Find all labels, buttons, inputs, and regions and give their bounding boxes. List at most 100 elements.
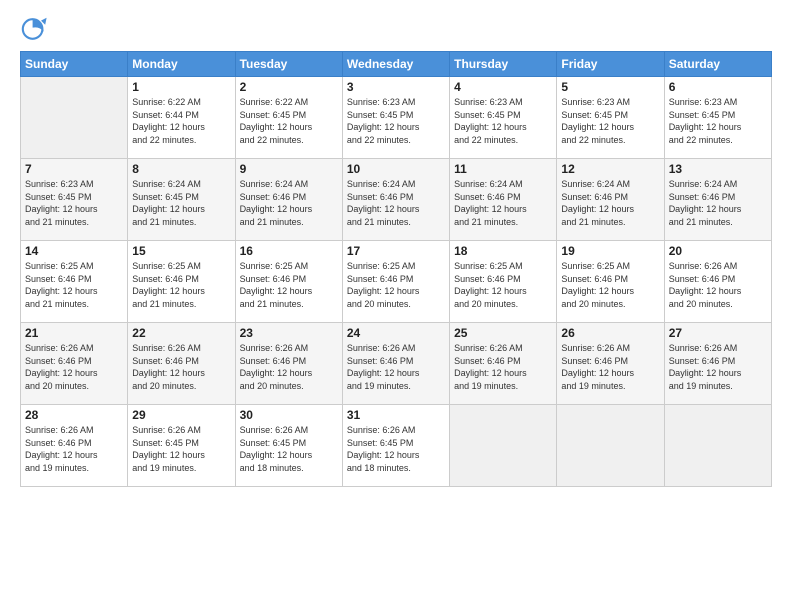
day-number: 26 [561,326,659,340]
weekday-header-thursday: Thursday [450,52,557,77]
day-number: 5 [561,80,659,94]
day-number: 11 [454,162,552,176]
calendar-cell: 22Sunrise: 6:26 AM Sunset: 6:46 PM Dayli… [128,323,235,405]
calendar-cell: 15 Sunrise: 6:25 AM Sunset: 6:46 PM Dayli… [128,241,235,323]
calendar-cell: 13 Sunrise: 6:24 AM Sunset: 6:46 PM Dayli… [664,159,771,241]
calendar-cell: 30 Sunrise: 6:26 AM Sunset: 6:45 PM Dayli… [235,405,342,487]
calendar-cell: 28Sunrise: 6:26 AM Sunset: 6:46 PM Dayli… [21,405,128,487]
weekday-header-friday: Friday [557,52,664,77]
calendar-cell [450,405,557,487]
day-number: 20 [669,244,767,258]
weekday-header-row: SundayMondayTuesdayWednesdayThursdayFrid… [21,52,772,77]
calendar-cell: 6 Sunrise: 6:23 AM Sunset: 6:45 PM Daylig… [664,77,771,159]
calendar-cell [557,405,664,487]
day-number: 10 [347,162,445,176]
day-info: Sunrise: 6:26 AM Sunset: 6:45 PM Dayligh… [240,424,338,474]
day-number: 28 [25,408,123,422]
day-number: 23 [240,326,338,340]
week-row-3: 14 Sunrise: 6:25 AM Sunset: 6:46 PM Dayli… [21,241,772,323]
day-info: Sunrise: 6:26 AM Sunset: 6:46 PM Dayligh… [132,342,230,392]
calendar-cell: 10 Sunrise: 6:24 AM Sunset: 6:46 PM Dayli… [342,159,449,241]
day-info: Sunrise: 6:26 AM Sunset: 6:46 PM Dayligh… [240,342,338,392]
day-info: Sunrise: 6:24 AM Sunset: 6:46 PM Dayligh… [669,178,767,228]
day-number: 3 [347,80,445,94]
day-info: Sunrise: 6:23 AM Sunset: 6:45 PM Dayligh… [669,96,767,146]
day-info: Sunrise: 6:24 AM Sunset: 6:46 PM Dayligh… [240,178,338,228]
calendar-cell: 26 Sunrise: 6:26 AM Sunset: 6:46 PM Dayli… [557,323,664,405]
calendar-cell: 12 Sunrise: 6:24 AM Sunset: 6:46 PM Dayli… [557,159,664,241]
day-number: 15 [132,244,230,258]
calendar-cell: 29 Sunrise: 6:26 AM Sunset: 6:45 PM Dayli… [128,405,235,487]
day-info: Sunrise: 6:22 AM Sunset: 6:44 PM Dayligh… [132,96,230,146]
day-number: 25 [454,326,552,340]
day-number: 9 [240,162,338,176]
calendar-cell: 14 Sunrise: 6:25 AM Sunset: 6:46 PM Dayli… [21,241,128,323]
calendar-cell: 3 Sunrise: 6:23 AM Sunset: 6:45 PM Daylig… [342,77,449,159]
calendar-cell: 16Sunrise: 6:25 AM Sunset: 6:46 PM Dayli… [235,241,342,323]
day-number: 17 [347,244,445,258]
day-info: Sunrise: 6:22 AM Sunset: 6:45 PM Dayligh… [240,96,338,146]
calendar-cell: 8Sunrise: 6:24 AM Sunset: 6:45 PM Daylig… [128,159,235,241]
day-info: Sunrise: 6:25 AM Sunset: 6:46 PM Dayligh… [454,260,552,310]
calendar-cell: 23 Sunrise: 6:26 AM Sunset: 6:46 PM Dayli… [235,323,342,405]
calendar-cell: 27 Sunrise: 6:26 AM Sunset: 6:46 PM Dayli… [664,323,771,405]
day-info: Sunrise: 6:26 AM Sunset: 6:45 PM Dayligh… [132,424,230,474]
calendar-cell: 9 Sunrise: 6:24 AM Sunset: 6:46 PM Daylig… [235,159,342,241]
day-number: 13 [669,162,767,176]
calendar-cell: 5 Sunrise: 6:23 AM Sunset: 6:45 PM Daylig… [557,77,664,159]
weekday-header-wednesday: Wednesday [342,52,449,77]
day-info: Sunrise: 6:26 AM Sunset: 6:46 PM Dayligh… [669,342,767,392]
day-info: Sunrise: 6:26 AM Sunset: 6:46 PM Dayligh… [561,342,659,392]
day-info: Sunrise: 6:26 AM Sunset: 6:46 PM Dayligh… [347,342,445,392]
calendar-cell: 2 Sunrise: 6:22 AM Sunset: 6:45 PM Daylig… [235,77,342,159]
day-info: Sunrise: 6:23 AM Sunset: 6:45 PM Dayligh… [25,178,123,228]
day-number: 2 [240,80,338,94]
day-info: Sunrise: 6:23 AM Sunset: 6:45 PM Dayligh… [561,96,659,146]
day-number: 19 [561,244,659,258]
day-info: Sunrise: 6:25 AM Sunset: 6:46 PM Dayligh… [25,260,123,310]
day-info: Sunrise: 6:26 AM Sunset: 6:45 PM Dayligh… [347,424,445,474]
day-number: 8 [132,162,230,176]
day-info: Sunrise: 6:24 AM Sunset: 6:46 PM Dayligh… [454,178,552,228]
day-number: 27 [669,326,767,340]
day-info: Sunrise: 6:25 AM Sunset: 6:46 PM Dayligh… [240,260,338,310]
day-number: 18 [454,244,552,258]
day-info: Sunrise: 6:24 AM Sunset: 6:46 PM Dayligh… [561,178,659,228]
day-number: 6 [669,80,767,94]
day-number: 14 [25,244,123,258]
day-info: Sunrise: 6:25 AM Sunset: 6:46 PM Dayligh… [132,260,230,310]
logo [20,15,52,43]
day-info: Sunrise: 6:25 AM Sunset: 6:46 PM Dayligh… [561,260,659,310]
day-number: 21 [25,326,123,340]
weekday-header-sunday: Sunday [21,52,128,77]
day-info: Sunrise: 6:26 AM Sunset: 6:46 PM Dayligh… [669,260,767,310]
day-info: Sunrise: 6:24 AM Sunset: 6:46 PM Dayligh… [347,178,445,228]
day-info: Sunrise: 6:23 AM Sunset: 6:45 PM Dayligh… [347,96,445,146]
page: SundayMondayTuesdayWednesdayThursdayFrid… [0,0,792,612]
day-info: Sunrise: 6:26 AM Sunset: 6:46 PM Dayligh… [454,342,552,392]
week-row-4: 21 Sunrise: 6:26 AM Sunset: 6:46 PM Dayli… [21,323,772,405]
day-number: 24 [347,326,445,340]
day-info: Sunrise: 6:23 AM Sunset: 6:45 PM Dayligh… [454,96,552,146]
day-number: 29 [132,408,230,422]
week-row-2: 7 Sunrise: 6:23 AM Sunset: 6:45 PM Daylig… [21,159,772,241]
day-number: 12 [561,162,659,176]
calendar-cell: 11 Sunrise: 6:24 AM Sunset: 6:46 PM Dayli… [450,159,557,241]
header [20,15,772,43]
day-number: 1 [132,80,230,94]
day-number: 31 [347,408,445,422]
day-number: 7 [25,162,123,176]
weekday-header-saturday: Saturday [664,52,771,77]
calendar-cell: 17 Sunrise: 6:25 AM Sunset: 6:46 PM Dayli… [342,241,449,323]
calendar-cell [664,405,771,487]
calendar-cell: 18 Sunrise: 6:25 AM Sunset: 6:46 PM Dayli… [450,241,557,323]
calendar-cell: 19 Sunrise: 6:25 AM Sunset: 6:46 PM Dayli… [557,241,664,323]
calendar-cell: 1 Sunrise: 6:22 AM Sunset: 6:44 PM Daylig… [128,77,235,159]
calendar-table: SundayMondayTuesdayWednesdayThursdayFrid… [20,51,772,487]
logo-icon [20,15,48,43]
day-number: 30 [240,408,338,422]
weekday-header-monday: Monday [128,52,235,77]
calendar-cell: 25 Sunrise: 6:26 AM Sunset: 6:46 PM Dayli… [450,323,557,405]
calendar-cell [21,77,128,159]
day-info: Sunrise: 6:25 AM Sunset: 6:46 PM Dayligh… [347,260,445,310]
